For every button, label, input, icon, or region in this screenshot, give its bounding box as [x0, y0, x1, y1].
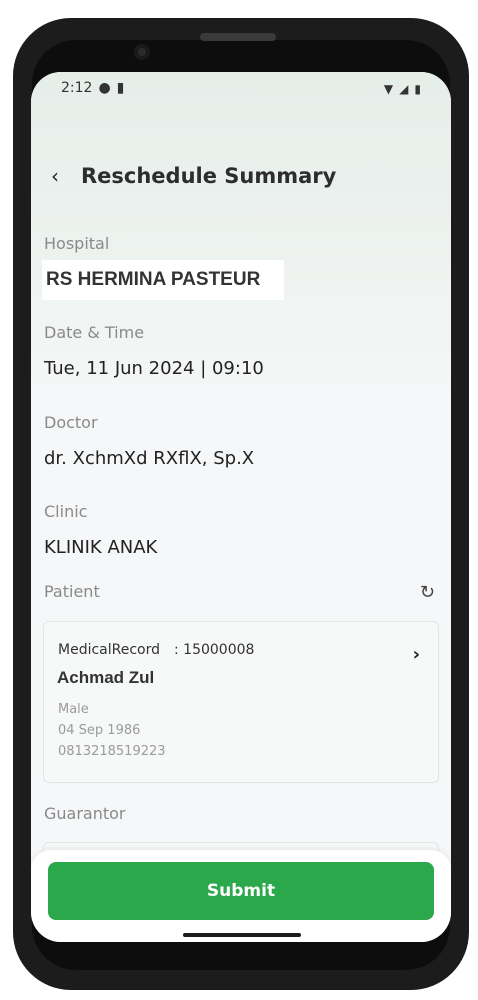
- wifi-icon: ▼: [383, 82, 394, 96]
- status-bar: 2:12 ● ▮: [61, 80, 124, 96]
- refresh-icon[interactable]: ↻: [420, 582, 435, 603]
- patient-card[interactable]: MedicalRecord : 15000008 › Achmad Zul Mal…: [43, 621, 439, 783]
- patient-phone: 0813218519223: [58, 744, 166, 759]
- patient-label: Patient: [44, 582, 100, 601]
- guarantor-label: Guarantor: [44, 804, 126, 823]
- clinic-label: Clinic: [44, 502, 88, 521]
- sim-icon: ▮: [116, 80, 125, 96]
- signal-icon: ◢: [399, 82, 409, 96]
- datetime-value: Tue, 11 Jun 2024 | 09:10: [44, 358, 264, 379]
- front-camera: [134, 44, 150, 60]
- patient-birth-date: 04 Sep 1986: [58, 723, 141, 738]
- hospital-label: Hospital: [44, 234, 110, 253]
- medical-record-row: MedicalRecord : 15000008: [58, 642, 254, 658]
- notification-icon: ●: [98, 80, 111, 96]
- earpiece-speaker: [200, 33, 276, 41]
- status-time: 2:12: [61, 80, 93, 96]
- doctor-value: dr. XchmXd RXflX, Sp.X: [44, 448, 255, 469]
- clinic-value: KLINIK ANAK: [44, 537, 158, 558]
- app-screen: 2:12 ● ▮ ▼ ◢ ▮ ‹ Reschedule Summary Hosp…: [31, 72, 451, 942]
- medical-record-value: : 15000008: [174, 642, 255, 658]
- submit-button[interactable]: Submit: [48, 862, 434, 920]
- datetime-label: Date & Time: [44, 323, 145, 342]
- status-icons: ▼ ◢ ▮: [384, 82, 421, 96]
- battery-icon: ▮: [414, 82, 421, 96]
- patient-name: Achmad Zul: [57, 668, 155, 687]
- hospital-value: RS HERMINA PASTEUR: [42, 260, 284, 300]
- chevron-right-icon[interactable]: ›: [413, 644, 420, 665]
- page-header: ‹ Reschedule Summary: [51, 164, 336, 188]
- patient-gender: Male: [58, 702, 89, 717]
- page-title: Reschedule Summary: [81, 164, 337, 188]
- medical-record-label: MedicalRecord: [58, 642, 161, 658]
- doctor-label: Doctor: [44, 413, 98, 432]
- back-chevron-icon[interactable]: ‹: [51, 164, 73, 188]
- home-indicator[interactable]: [183, 933, 301, 937]
